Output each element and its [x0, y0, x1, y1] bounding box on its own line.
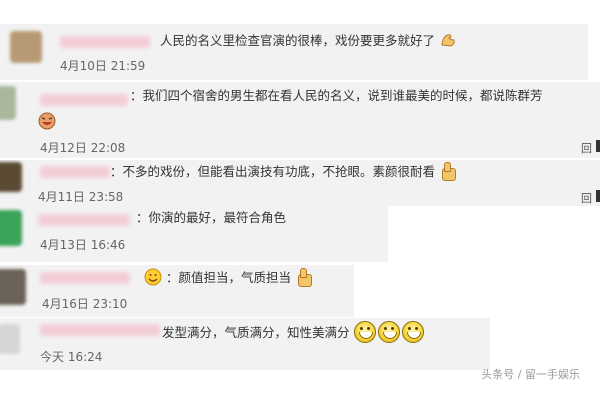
comment-text: 发型满分，气质满分，知性美满分 — [162, 321, 426, 343]
comment-text: 人民的名义里检查官演的很棒，戏份要更多就好了 — [160, 31, 457, 49]
laughing-face-icon — [353, 321, 376, 343]
laughing-face-icon — [38, 112, 56, 134]
username-blurred[interactable] — [60, 36, 150, 48]
comment-time: 4月12日 22:08 — [40, 141, 126, 155]
flexed-biceps-icon — [439, 31, 457, 49]
comment-text: ：不多的戏份，但能看出演技有功底，不抢眼。素颜很耐看 — [110, 162, 456, 181]
comment-time: 4月10日 21:59 — [60, 59, 146, 73]
avatar[interactable] — [0, 324, 20, 354]
comment-text-content: ：颜值担当，气质担当 — [165, 270, 291, 285]
laughing-face-icon — [377, 321, 400, 343]
comment-text: ：颜值担当，气质担当 — [144, 268, 312, 287]
thumbs-up-icon — [439, 162, 456, 181]
comment-item: ：颜值担当，气质担当 4月16日 23:10 — [0, 265, 354, 317]
avatar[interactable] — [0, 210, 22, 246]
comment-item: ：不多的戏份，但能看出演技有功底，不抢眼。素颜很耐看 4月11日 23:58 回 — [0, 160, 600, 206]
reply-link[interactable]: 回 — [581, 140, 592, 156]
thumbs-up-icon — [295, 268, 312, 287]
comment-text-content: ：不多的戏份，但能看出演技有功底，不抢眼。素颜很耐看 — [110, 164, 436, 179]
comment-item: 人民的名义里检查官演的很棒，戏份要更多就好了 4月10日 21:59 — [0, 24, 588, 80]
reply-icon[interactable] — [596, 190, 600, 202]
avatar[interactable] — [0, 162, 22, 192]
comment-item: ：我们四个宿舍的男生都在看人民的名义，说到谁最美的时候，都说陈群芳 4月12日 … — [0, 82, 600, 158]
username-blurred[interactable] — [38, 214, 130, 226]
comment-time: 4月13日 16:46 — [40, 238, 126, 252]
reply-link[interactable]: 回 — [581, 190, 592, 206]
comment-time: 4月11日 23:58 — [38, 190, 124, 204]
comment-item: ：你演的最好，最符合角色 4月13日 16:46 — [0, 206, 388, 262]
comment-text-content: 人民的名义里检查官演的很棒，戏份要更多就好了 — [160, 33, 436, 48]
comment-text: ：我们四个宿舍的男生都在看人民的名义，说到谁最美的时候，都说陈群芳 — [130, 88, 543, 103]
username-blurred[interactable] — [40, 272, 130, 284]
comment-item: 发型满分，气质满分，知性美满分 今天 16:24 — [0, 318, 490, 370]
comment-text-content: 发型满分，气质满分，知性美满分 — [162, 325, 350, 340]
comment-text: ：你演的最好，最符合角色 — [136, 210, 287, 225]
watermark: 头条号 / 留一手娱乐 — [481, 368, 580, 381]
avatar[interactable] — [0, 86, 16, 120]
reply-icon[interactable] — [596, 140, 600, 152]
comment-time: 今天 16:24 — [40, 350, 103, 364]
avatar[interactable] — [10, 31, 42, 63]
laughing-face-icon — [401, 321, 424, 343]
username-blurred[interactable] — [40, 166, 110, 178]
username-blurred[interactable] — [40, 94, 128, 106]
username-blurred[interactable] — [40, 324, 160, 336]
comment-time: 4月16日 23:10 — [42, 297, 128, 311]
smiling-face-icon — [144, 268, 162, 286]
avatar[interactable] — [0, 269, 26, 305]
